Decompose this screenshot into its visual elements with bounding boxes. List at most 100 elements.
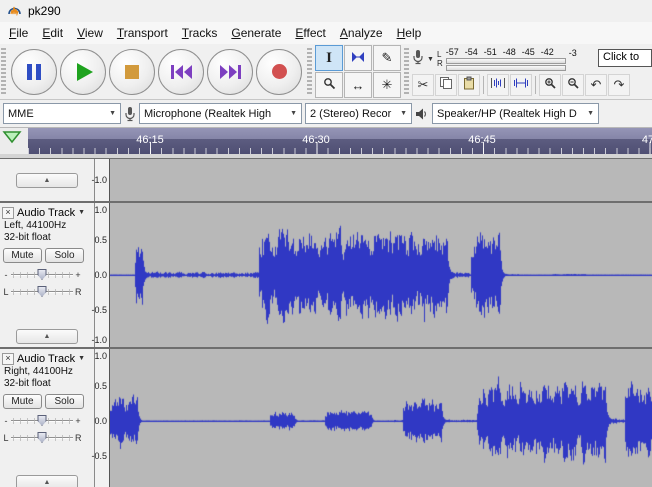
- pan-slider[interactable]: [11, 431, 73, 444]
- track-sliver-collapse-button[interactable]: ▲: [16, 173, 78, 188]
- zoom-in-button[interactable]: [539, 74, 561, 96]
- trim-audio-icon: [490, 76, 506, 93]
- mute-button[interactable]: Mute: [3, 394, 42, 409]
- paste-button[interactable]: [458, 74, 480, 96]
- track-right-waveform[interactable]: [110, 349, 652, 487]
- timeline-ruler[interactable]: 46:15 46:30 46:45 47: [28, 128, 652, 154]
- draw-tool-icon: ✎: [382, 50, 393, 66]
- timeline-corner: [0, 128, 28, 154]
- menu-view[interactable]: View: [70, 23, 110, 43]
- track-sliver-waveform-area[interactable]: [110, 159, 652, 201]
- device-toolbar: MME ▼ Microphone (Realtek High ▼ 2 (Ster…: [0, 100, 652, 128]
- envelope-tool-icon: [351, 51, 365, 66]
- gain-slider-row: - +: [3, 414, 92, 427]
- pan-left-label: L: [3, 433, 9, 443]
- toolbar-area: I ✎: [0, 44, 652, 100]
- pan-slider-row: L R: [3, 431, 92, 444]
- menu-transport[interactable]: Transport: [110, 23, 175, 43]
- meter-toolbar-gripper[interactable]: [404, 48, 409, 95]
- close-track-button[interactable]: ×: [2, 207, 14, 219]
- draw-tool-button[interactable]: ✎: [373, 45, 401, 71]
- track-menu-dropdown-icon[interactable]: ▼: [78, 355, 85, 362]
- multi-tool-button[interactable]: ✳: [373, 72, 401, 98]
- gain-max-label: +: [75, 416, 81, 426]
- copy-button[interactable]: [435, 74, 457, 96]
- undo-icon: ↶: [591, 77, 602, 93]
- meter-left-label: L: [437, 50, 443, 59]
- meter-dropdown-icon[interactable]: ▼: [427, 56, 434, 63]
- ruler-label: -1.0: [91, 175, 107, 185]
- track-left-waveform[interactable]: [110, 203, 652, 347]
- pan-slider-thumb[interactable]: [38, 432, 47, 443]
- track-name-row: × Audio Track ▼: [2, 351, 92, 366]
- pan-slider-row: L R: [3, 285, 92, 298]
- gain-slider[interactable]: [11, 268, 73, 281]
- playback-device-select[interactable]: Speaker/HP (Realtek High D ▼: [432, 103, 599, 124]
- gain-slider[interactable]: [11, 414, 73, 427]
- microphone-icon: [124, 106, 136, 122]
- recording-meter-bar-left[interactable]: [446, 58, 566, 64]
- track-collapse-button[interactable]: ▲: [16, 329, 78, 344]
- undo-button[interactable]: ↶: [585, 74, 607, 96]
- silence-audio-button[interactable]: [510, 74, 532, 96]
- solo-button[interactable]: Solo: [45, 248, 84, 263]
- selection-tool-icon: I: [326, 50, 332, 67]
- cut-button[interactable]: ✂: [412, 74, 434, 96]
- solo-button[interactable]: Solo: [45, 394, 84, 409]
- trim-audio-button[interactable]: [487, 74, 509, 96]
- track-left-vertical-ruler[interactable]: 1.0 0.5 0.0 -0.5 -1.0: [95, 203, 110, 347]
- menu-analyze[interactable]: Analyze: [333, 23, 390, 43]
- selection-tool-button[interactable]: I: [315, 45, 343, 71]
- record-button[interactable]: [256, 49, 302, 95]
- track-name-row: × Audio Track ▼: [2, 205, 92, 220]
- recording-meter[interactable]: -57-54-51-48-45-42: [446, 47, 566, 71]
- pan-slider[interactable]: [11, 285, 73, 298]
- skip-to-end-button[interactable]: [207, 49, 253, 95]
- track-collapse-button[interactable]: ▲: [16, 475, 78, 487]
- edit-toolbar-separator: [483, 76, 484, 94]
- menu-help[interactable]: Help: [390, 23, 429, 43]
- menu-file[interactable]: File: [2, 23, 35, 43]
- pause-button[interactable]: [11, 49, 57, 95]
- zoom-tool-button[interactable]: [315, 72, 343, 98]
- pause-icon: [27, 64, 41, 80]
- menu-edit[interactable]: Edit: [35, 23, 70, 43]
- zoom-out-button[interactable]: [562, 74, 584, 96]
- stop-button[interactable]: [109, 49, 155, 95]
- tools-toolbar-gripper[interactable]: [307, 48, 312, 95]
- track-sliver-vertical-ruler[interactable]: -1.0: [95, 159, 110, 201]
- redo-button[interactable]: ↷: [608, 74, 630, 96]
- track-title: Audio Track: [17, 207, 75, 219]
- silence-audio-icon: [513, 76, 529, 93]
- audacity-logo-icon: [7, 2, 22, 21]
- track-menu-dropdown-icon[interactable]: ▼: [78, 209, 85, 216]
- multi-tool-icon: ✳: [382, 77, 393, 93]
- menu-generate[interactable]: Generate: [224, 23, 288, 43]
- recording-device-select[interactable]: Microphone (Realtek High ▼: [139, 103, 302, 124]
- play-button[interactable]: [60, 49, 106, 95]
- envelope-tool-button[interactable]: [344, 45, 372, 71]
- playhead-icon[interactable]: [2, 130, 22, 144]
- mute-button[interactable]: Mute: [3, 248, 42, 263]
- gain-slider-thumb[interactable]: [38, 269, 47, 280]
- ruler-label: -1.0: [91, 335, 107, 345]
- audio-host-select[interactable]: MME ▼: [3, 103, 121, 124]
- menu-tracks[interactable]: Tracks: [175, 23, 225, 43]
- skip-to-start-icon: [171, 65, 192, 79]
- pan-slider-thumb[interactable]: [38, 286, 47, 297]
- menu-effect[interactable]: Effect: [288, 23, 332, 43]
- mute-solo-row: Mute Solo: [3, 248, 92, 263]
- play-icon: [77, 63, 93, 81]
- transport-toolbar-gripper[interactable]: [1, 48, 6, 95]
- skip-to-start-button[interactable]: [158, 49, 204, 95]
- waveform-canvas-right[interactable]: [110, 349, 652, 487]
- close-track-button[interactable]: ×: [2, 353, 14, 365]
- timeshift-tool-button[interactable]: ↔: [344, 72, 372, 98]
- recording-meter-bar-right[interactable]: [446, 65, 566, 71]
- chevron-down-icon: ▼: [104, 110, 116, 117]
- gain-slider-thumb[interactable]: [38, 415, 47, 426]
- edit-toolbar-separator: [535, 76, 536, 94]
- track-right-vertical-ruler[interactable]: 1.0 0.5 0.0 -0.5: [95, 349, 110, 487]
- waveform-canvas-left[interactable]: [110, 203, 652, 347]
- recording-channels-select[interactable]: 2 (Stereo) Recor ▼: [305, 103, 412, 124]
